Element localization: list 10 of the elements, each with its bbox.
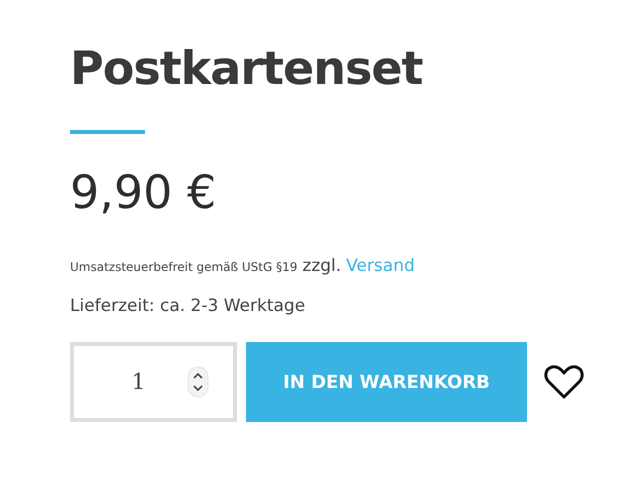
shipping-link[interactable]: Versand [346,256,415,276]
spinner-icon[interactable] [187,366,209,398]
quantity-field[interactable]: 1 [70,342,237,422]
add-to-cart-button[interactable]: IN DEN WARENKORB [246,342,527,422]
shipping-prefix: zzgl. [302,256,342,276]
heart-icon[interactable] [544,364,584,400]
tax-note: Umsatzsteuerbefreit gemäß UStG §19 [70,260,298,274]
price: 9,90 € [70,164,216,220]
delivery-time: Lieferzeit: ca. 2-3 Werktage [70,296,306,316]
product-title: Postkartenset [70,40,423,97]
